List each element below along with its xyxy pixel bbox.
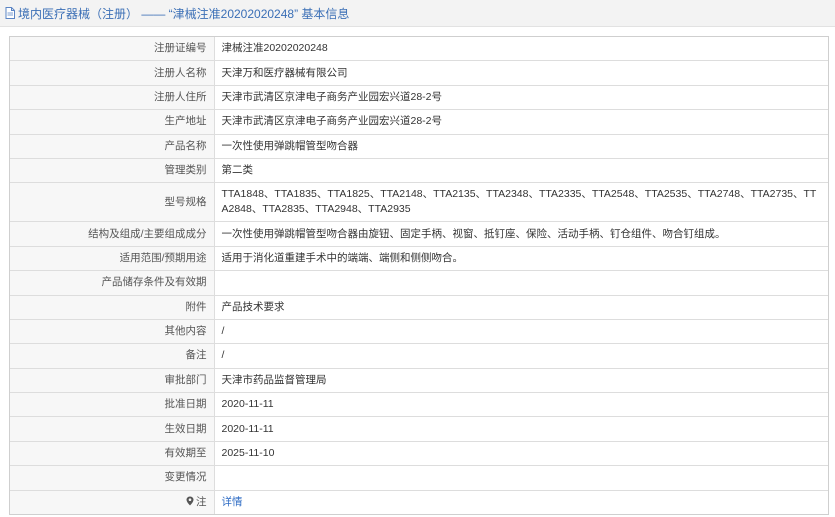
table-row-changes: 变更情况 <box>10 465 828 491</box>
row-value: 一次性使用弹跳帽管型吻合器 <box>213 133 828 159</box>
location-pin-icon <box>186 496 194 506</box>
row-label: 生产地址 <box>10 109 215 135</box>
row-label: 有效期至 <box>10 440 215 467</box>
table-row-note: 注 详情 <box>10 489 828 515</box>
row-value <box>213 465 828 491</box>
row-value: 津械注准20202020248 <box>213 37 828 62</box>
table-row-remark: 备注 / <box>10 343 828 369</box>
row-label: 管理类别 <box>10 157 215 184</box>
table-row-intended-use: 适用范围/预期用途 适用于消化道重建手术中的端端、端侧和侧侧吻合。 <box>10 245 828 272</box>
row-label-note: 注 <box>10 489 215 515</box>
row-value: / <box>213 343 828 369</box>
table-row-other-content: 其他内容 / <box>10 318 828 345</box>
table-row-management-category: 管理类别 第二类 <box>10 157 828 184</box>
table-row-approval-dept: 审批部门 天津市药品监督管理局 <box>10 367 828 394</box>
table-row-expiry-date: 有效期至 2025-11-10 <box>10 440 828 467</box>
row-value: 2020-11-11 <box>213 416 828 442</box>
table-row-production-address: 生产地址 天津市武清区京津电子商务产业园宏兴道28-2号 <box>10 109 828 135</box>
row-label: 产品名称 <box>10 133 215 159</box>
page-header: 境内医疗器械（注册） —— “津械注准20202020248” 基本信息 <box>0 0 835 27</box>
table-row-registrant-address: 注册人住所 天津市武清区京津电子商务产业园宏兴道28-2号 <box>10 84 828 111</box>
row-value: 一次性使用弹跳帽管型吻合器由旋钮、固定手柄、视窗、抵钉座、保险、活动手柄、钉仓组… <box>213 221 828 247</box>
table-row-effective-date: 生效日期 2020-11-11 <box>10 416 828 442</box>
table-row-approval-date: 批准日期 2020-11-11 <box>10 392 828 418</box>
row-value: 2025-11-10 <box>213 440 828 467</box>
row-label: 备注 <box>10 343 215 369</box>
info-table-container: 注册证编号 津械注准20202020248 注册人名称 天津万和医疗器械有限公司… <box>9 36 829 516</box>
row-label: 型号规格 <box>10 182 215 223</box>
row-value: 第二类 <box>213 157 828 184</box>
row-label: 注册人住所 <box>10 84 215 111</box>
row-value: / <box>213 318 828 345</box>
row-value: 产品技术要求 <box>213 294 828 320</box>
row-label: 其他内容 <box>10 318 215 345</box>
row-label: 产品储存条件及有效期 <box>10 270 215 296</box>
document-icon <box>5 7 15 19</box>
row-label: 批准日期 <box>10 392 215 418</box>
row-label: 生效日期 <box>10 416 215 442</box>
table-row-structure: 结构及组成/主要组成成分 一次性使用弹跳帽管型吻合器由旋钮、固定手柄、视窗、抵钉… <box>10 221 828 247</box>
table-row-registrant-name: 注册人名称 天津万和医疗器械有限公司 <box>10 60 828 86</box>
row-value <box>213 270 828 296</box>
row-value: 详情 <box>213 489 828 515</box>
row-label: 附件 <box>10 294 215 320</box>
row-label: 注册人名称 <box>10 60 215 86</box>
details-link[interactable]: 详情 <box>222 496 243 508</box>
info-table: 注册证编号 津械注准20202020248 注册人名称 天津万和医疗器械有限公司… <box>10 37 828 515</box>
row-value: 适用于消化道重建手术中的端端、端侧和侧侧吻合。 <box>213 245 828 272</box>
row-label: 注 <box>196 495 207 508</box>
row-label: 适用范围/预期用途 <box>10 245 215 272</box>
row-value: 2020-11-11 <box>213 392 828 418</box>
row-value: 天津市武清区京津电子商务产业园宏兴道28-2号 <box>213 109 828 135</box>
row-value: 天津万和医疗器械有限公司 <box>213 60 828 86</box>
table-row-attachment: 附件 产品技术要求 <box>10 294 828 320</box>
row-label: 变更情况 <box>10 465 215 491</box>
table-row-model-spec: 型号规格 TTA1848、TTA1835、TTA1825、TTA2148、TTA… <box>10 182 828 223</box>
row-value: 天津市药品监督管理局 <box>213 367 828 394</box>
table-row-registration-number: 注册证编号 津械注准20202020248 <box>10 37 828 62</box>
row-value: 天津市武清区京津电子商务产业园宏兴道28-2号 <box>213 84 828 111</box>
row-label: 结构及组成/主要组成成分 <box>10 221 215 247</box>
row-value: TTA1848、TTA1835、TTA1825、TTA2148、TTA2135、… <box>213 182 828 223</box>
table-row-storage: 产品储存条件及有效期 <box>10 270 828 296</box>
page-title: 境内医疗器械（注册） —— “津械注准20202020248” 基本信息 <box>18 6 350 21</box>
row-label: 审批部门 <box>10 367 215 394</box>
row-label: 注册证编号 <box>10 37 215 62</box>
table-row-product-name: 产品名称 一次性使用弹跳帽管型吻合器 <box>10 133 828 159</box>
